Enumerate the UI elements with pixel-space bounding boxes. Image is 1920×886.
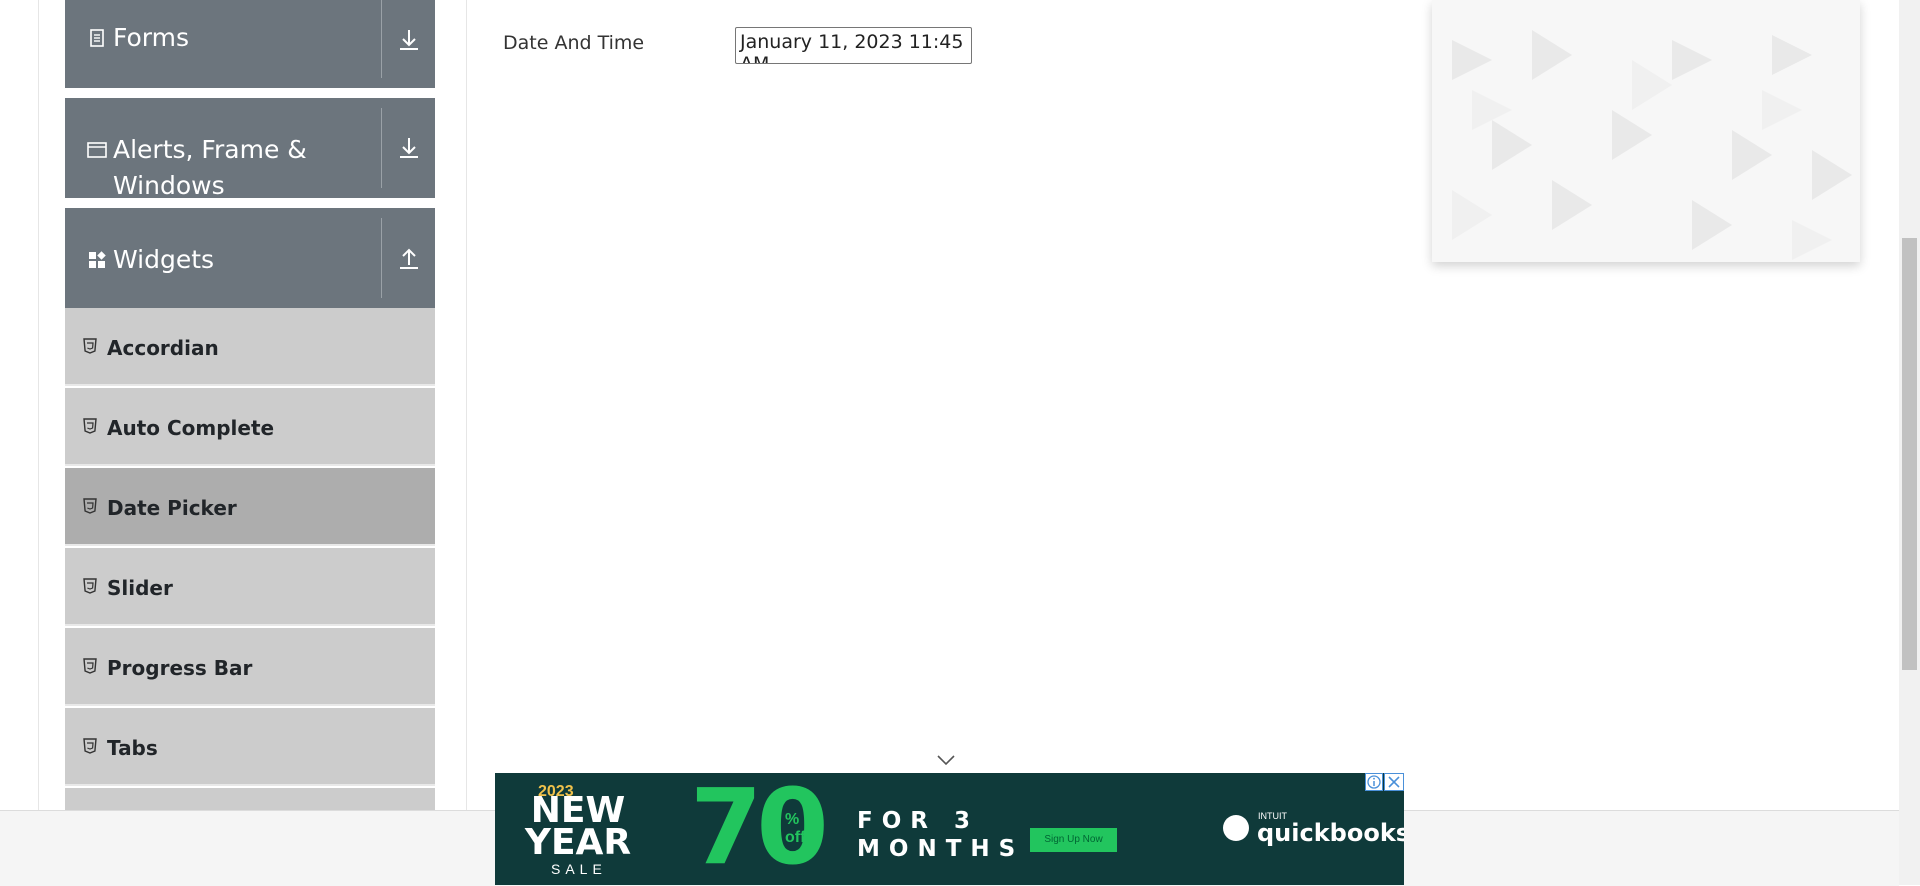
chevron-down-icon[interactable] (936, 754, 956, 766)
group-alerts-frame-windows[interactable]: Alerts, Frame & Windows (65, 98, 435, 200)
scrollbar-thumb[interactable] (1902, 238, 1917, 670)
html5-icon (83, 658, 97, 674)
group-widgets[interactable]: Widgets (65, 208, 435, 308)
download-icon[interactable] (395, 134, 423, 162)
pattern-banner (1432, 0, 1860, 262)
scrollbar[interactable] (1899, 0, 1920, 885)
sidebar-item-label: Slider (107, 576, 173, 600)
group-widgets-label: Widgets (113, 245, 215, 274)
html5-icon (83, 338, 97, 354)
ad-brand: quickbooks (1257, 819, 1404, 847)
sidebar-item-label: Auto Complete (107, 416, 275, 440)
ad-banner[interactable]: 2023 NEW YEAR SALE 70 % off FOR 3 MONTHS… (495, 773, 1404, 885)
sidebar-item-label: Accordian (107, 336, 219, 360)
triangle-pattern (1452, 30, 1852, 260)
group-forms-label: Forms (113, 23, 190, 52)
window-icon (87, 142, 107, 158)
sidebar-item-tabs[interactable]: Tabs (65, 708, 435, 786)
html5-icon (83, 498, 97, 514)
html5-icon (83, 738, 97, 754)
divider (381, 0, 382, 78)
sidebar-item-accordian[interactable]: Accordian (65, 308, 435, 386)
download-icon[interactable] (395, 26, 423, 54)
sidebar-item-auto-complete[interactable]: Auto Complete (65, 388, 435, 466)
sidebar-item-label: Tabs (107, 736, 158, 760)
ad-headline: NEW YEAR (524, 790, 632, 863)
group-alerts-label: Alerts, Frame & Windows (113, 135, 307, 200)
html5-icon (83, 418, 97, 434)
html5-icon (83, 578, 97, 594)
sidebar-item-slider[interactable]: Slider (65, 548, 435, 626)
divider (381, 108, 382, 188)
ad-sale: SALE (551, 861, 607, 877)
sidebar-item-label: Date Picker (107, 496, 237, 520)
date-time-input[interactable]: January 11, 2023 11:45 AM (735, 27, 972, 64)
ad-percent: % off (785, 811, 806, 846)
date-time-label: Date And Time (503, 32, 645, 54)
sidebar-item-date-picker[interactable]: Date Picker (65, 468, 435, 546)
ad-cta-button[interactable]: Sign Up Now (1030, 828, 1117, 852)
upload-icon[interactable] (395, 244, 423, 272)
document-icon (90, 29, 104, 47)
widgets-icon (89, 251, 106, 268)
ad-offer: FOR 3 MONTHS (857, 808, 1025, 862)
divider (381, 218, 382, 298)
sidebar-item-label: Progress Bar (107, 656, 253, 680)
group-forms[interactable]: Forms (65, 0, 435, 88)
ad-info-icon[interactable] (1365, 773, 1383, 791)
quickbooks-logo-icon (1223, 815, 1249, 841)
ad-close-icon[interactable] (1384, 773, 1404, 791)
sidebar-item-progress-bar[interactable]: Progress Bar (65, 628, 435, 706)
